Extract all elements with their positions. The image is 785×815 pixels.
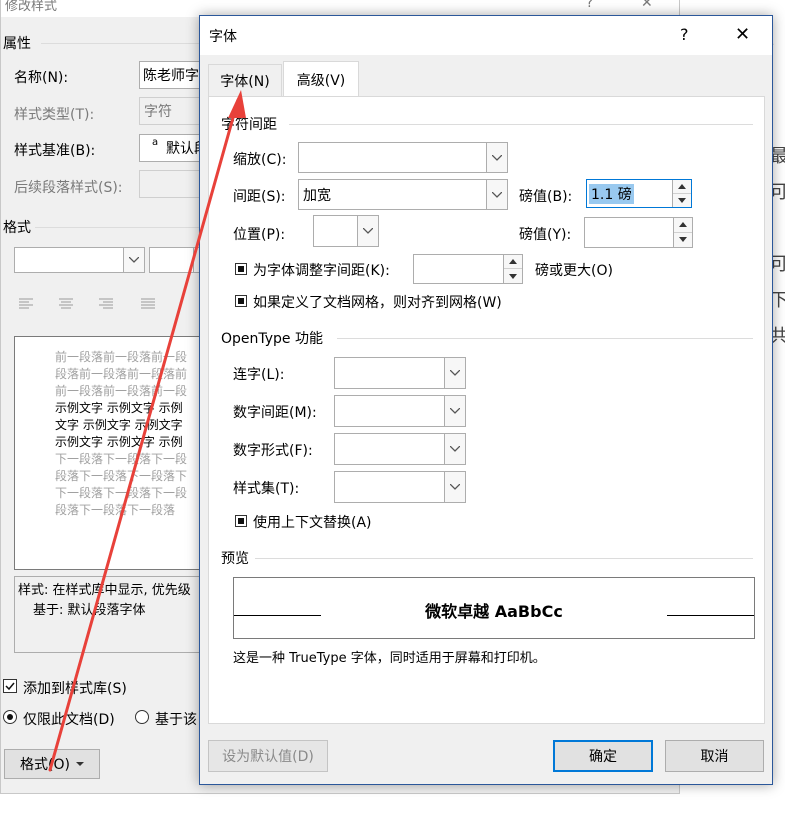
- annotation-arrow: [48, 90, 246, 772]
- red-arrow-icon: [48, 90, 246, 772]
